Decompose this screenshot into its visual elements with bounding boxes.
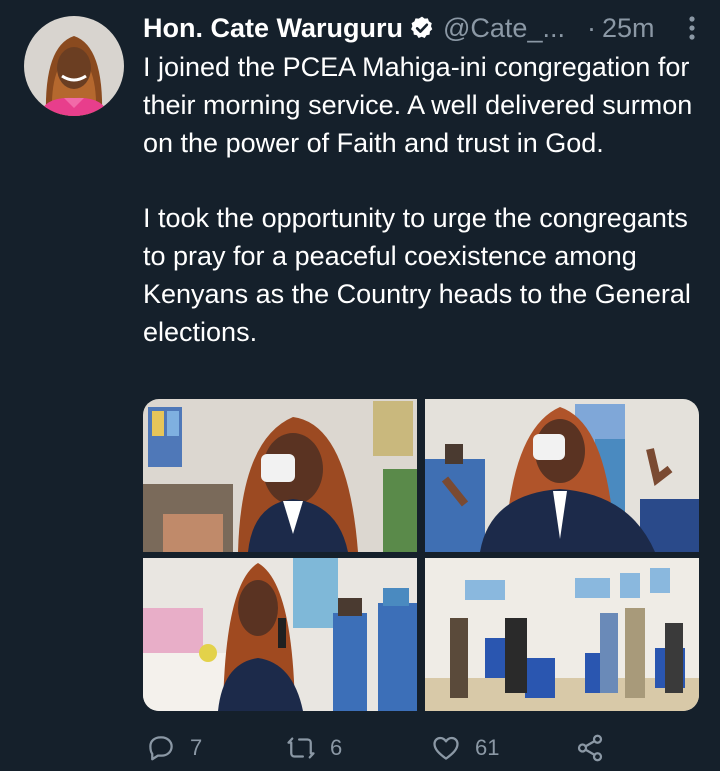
media-grid: [143, 399, 699, 711]
media-photo[interactable]: [143, 558, 417, 711]
header-separator: ·: [586, 12, 596, 43]
media-photo[interactable]: [425, 399, 699, 552]
heart-icon: [433, 736, 459, 760]
tweet-paragraph: I took the opportunity to urge the congr…: [143, 203, 691, 347]
reply-count: 7: [190, 735, 203, 760]
retweet-button[interactable]: 6: [286, 728, 342, 768]
tweet-text: I joined the PCEA Mahiga-ini congregatio…: [143, 49, 703, 351]
tweet-actions: 7 6 61: [143, 728, 623, 768]
reply-icon: [149, 736, 173, 761]
tweet-paragraph: I joined the PCEA Mahiga-ini congregatio…: [143, 52, 693, 158]
retweet-count: 6: [330, 735, 343, 760]
share-button[interactable]: [575, 728, 619, 768]
media-photo[interactable]: [425, 558, 699, 711]
verified-badge-icon: [409, 15, 435, 41]
retweet-icon: [287, 737, 315, 759]
media-photo[interactable]: [143, 399, 417, 552]
author-avatar[interactable]: [24, 16, 124, 116]
share-icon: [577, 734, 603, 762]
like-button[interactable]: 61: [431, 728, 499, 768]
author-handle[interactable]: @Cate_...: [443, 13, 565, 44]
tweet-header: Hon. Cate Waruguru @Cate_... · 25m: [143, 10, 700, 46]
author-name[interactable]: Hon. Cate Waruguru: [143, 13, 403, 44]
tweet-timestamp[interactable]: 25m: [602, 13, 655, 44]
like-count: 61: [475, 735, 500, 760]
reply-button[interactable]: 7: [146, 728, 202, 768]
more-vertical-icon[interactable]: [684, 14, 700, 42]
